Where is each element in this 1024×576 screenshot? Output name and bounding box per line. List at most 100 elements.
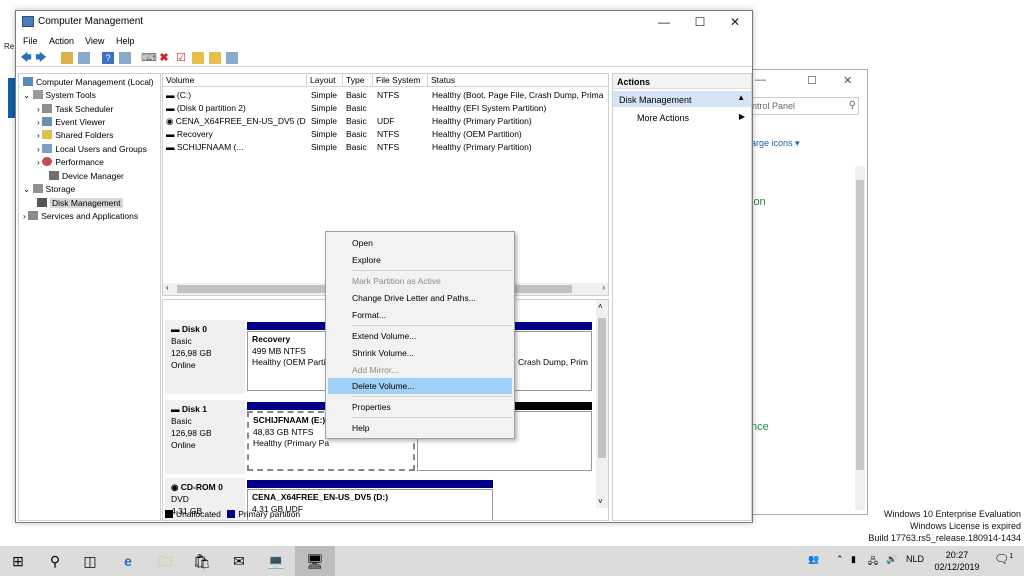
file-explorer-icon[interactable]: 🗀 <box>155 551 175 571</box>
volume-layout: Simple <box>311 116 337 126</box>
check-icon[interactable]: ☑ <box>175 52 187 64</box>
desktop-icon-label[interactable]: Re <box>4 42 14 51</box>
mail-icon[interactable]: ✉ <box>229 551 249 571</box>
scroll-up-icon[interactable]: ˄ <box>598 302 603 311</box>
task-view-icon[interactable]: ◫ <box>80 551 100 571</box>
submenu-arrow-icon: ▶ <box>738 112 745 121</box>
help-icon[interactable]: ? <box>102 52 114 64</box>
battery-icon[interactable]: ▮ <box>851 554 856 565</box>
category-link[interactable]: ion <box>751 196 766 208</box>
category-link[interactable]: nce <box>751 421 769 433</box>
windows-start-icon[interactable]: ⊞ <box>8 551 28 571</box>
menu-action[interactable]: Action <box>49 36 74 46</box>
maximize-button[interactable]: ☐ <box>685 13 715 31</box>
store-icon[interactable]: 🛍 <box>192 551 212 571</box>
actions-section-disk-management[interactable]: Disk Management ▲ <box>613 91 751 107</box>
console-icon[interactable] <box>119 52 131 64</box>
language-indicator[interactable]: NLD <box>906 554 924 564</box>
tree-item-shared-folders[interactable]: › Shared Folders <box>37 129 113 142</box>
tree-item-task-scheduler[interactable]: › Task Scheduler <box>37 103 113 116</box>
scroll-left-icon[interactable]: ‹ <box>166 283 169 292</box>
vertical-scrollbar[interactable]: ˄ ˅ <box>596 300 608 508</box>
minimize-button[interactable]: — <box>649 13 679 31</box>
column-header-volume[interactable]: Volume <box>163 74 307 87</box>
edge-icon[interactable]: e <box>118 551 138 571</box>
disk-0-label[interactable]: ▬ Disk 0 Basic 126,98 GB Online <box>165 320 245 394</box>
view-by-link[interactable]: arge icons ▾ <box>751 138 800 149</box>
volume-icon[interactable]: 🔊 <box>886 554 897 565</box>
search-icon[interactable]: ⚲ <box>45 551 65 571</box>
menu-item-delete-volume[interactable]: Delete Volume... <box>328 378 512 394</box>
menu-item-format[interactable]: Format... <box>328 307 512 323</box>
chevron-up-icon[interactable]: ⌃ <box>836 554 844 565</box>
search-icon[interactable]: ⚲ <box>849 100 856 111</box>
tree-item-services[interactable]: › Services and Applications <box>23 210 138 223</box>
chevron-down-icon[interactable]: ⌄ <box>23 184 30 194</box>
chevron-right-icon[interactable]: › <box>37 104 40 114</box>
chevron-right-icon[interactable]: › <box>37 144 40 154</box>
maximize-icon[interactable]: ☐ <box>807 74 817 87</box>
volume-layout: Simple <box>311 129 337 139</box>
menu-separator <box>352 325 512 326</box>
back-icon[interactable]: 🡄 <box>20 52 32 64</box>
minimize-icon[interactable]: — <box>755 74 766 86</box>
chevron-right-icon[interactable]: › <box>37 157 40 167</box>
chevron-down-icon[interactable]: ⌄ <box>23 90 30 100</box>
control-panel-search[interactable]: ntrol Panel ⚲ <box>749 97 859 115</box>
scroll-down-icon[interactable]: ˅ <box>598 497 603 506</box>
tree-item-local-users[interactable]: › Local Users and Groups <box>37 143 147 156</box>
tree-item-disk-management[interactable]: Disk Management <box>37 197 123 210</box>
chevron-right-icon[interactable]: › <box>37 130 40 140</box>
close-icon[interactable]: ✕ <box>843 74 852 87</box>
menu-file[interactable]: File <box>23 36 38 46</box>
column-header-status[interactable]: Status <box>428 74 608 87</box>
delete-icon[interactable]: ✖ <box>158 52 170 64</box>
tree-item-event-viewer[interactable]: › Event Viewer <box>37 116 105 129</box>
partition-c[interactable]: Crash Dump, Prim <box>513 331 592 391</box>
up-folder-icon[interactable] <box>61 52 73 64</box>
collapse-icon[interactable]: ▲ <box>737 93 745 102</box>
computer-management-taskbar-icon[interactable]: 🖥 <box>295 546 335 576</box>
tree-item-device-manager[interactable]: Device Manager <box>49 170 124 183</box>
menu-help[interactable]: Help <box>116 36 135 46</box>
menu-item-extend-volume[interactable]: Extend Volume... <box>328 328 512 344</box>
menu-item-shrink-volume[interactable]: Shrink Volume... <box>328 345 512 361</box>
close-button[interactable]: ✕ <box>720 13 750 31</box>
volume-type: Basic <box>346 90 367 100</box>
control-panel-window[interactable]: — ☐ ✕ ntrol Panel ⚲ arge icons ▾ ion nce <box>748 69 868 515</box>
chevron-right-icon[interactable]: › <box>37 117 40 127</box>
chevron-right-icon[interactable]: › <box>23 211 26 221</box>
menu-item-change-drive-letter[interactable]: Change Drive Letter and Paths... <box>328 290 512 306</box>
clock[interactable]: 20:27 02/12/2019 <box>930 549 984 573</box>
partition-recovery[interactable]: Recovery 499 MB NTFS Healthy (OEM Partit… <box>247 331 337 391</box>
computer-icon[interactable]: 💻 <box>266 551 286 571</box>
column-header-type[interactable]: Type <box>343 74 373 87</box>
connect-icon[interactable]: ⌨ <box>141 52 157 64</box>
more-actions[interactable]: More Actions ▶ <box>613 109 751 125</box>
column-header-file-system[interactable]: File System <box>373 74 428 87</box>
menu-item-explore[interactable]: Explore <box>328 252 512 268</box>
menu-item-open[interactable]: Open <box>328 235 512 251</box>
tree-item-storage[interactable]: ⌄ Storage <box>23 183 75 196</box>
tree-item-system-tools[interactable]: ⌄ System Tools <box>23 89 96 102</box>
open-icon[interactable] <box>209 52 221 64</box>
title-bar[interactable]: Computer Management — ☐ ✕ <box>16 11 752 33</box>
tree-item-computer-management[interactable]: Computer Management (Local) <box>23 76 154 89</box>
column-header-layout[interactable]: Layout <box>307 74 343 87</box>
people-icon[interactable]: 👥 <box>808 554 819 565</box>
folder-icon[interactable] <box>192 52 204 64</box>
network-icon[interactable]: 🖧 <box>868 554 878 570</box>
notification-icon[interactable]: 🗨1 <box>994 552 1013 566</box>
disk-1-label[interactable]: ▬ Disk 1 Basic 126,98 GB Online <box>165 400 245 474</box>
tree-item-performance[interactable]: › Performance <box>37 156 104 169</box>
menu-item-properties[interactable]: Properties <box>328 399 512 415</box>
forward-icon[interactable]: 🡆 <box>35 52 47 64</box>
scrollbar-thumb[interactable] <box>856 180 864 470</box>
scrollbar-thumb[interactable] <box>598 318 606 458</box>
properties-icon[interactable] <box>226 52 238 64</box>
menu-view[interactable]: View <box>85 36 104 46</box>
menu-item-help[interactable]: Help <box>328 420 512 436</box>
show-hide-tree-icon[interactable] <box>78 52 90 64</box>
scroll-right-icon[interactable]: › <box>602 283 605 292</box>
vertical-scrollbar[interactable] <box>855 166 865 510</box>
